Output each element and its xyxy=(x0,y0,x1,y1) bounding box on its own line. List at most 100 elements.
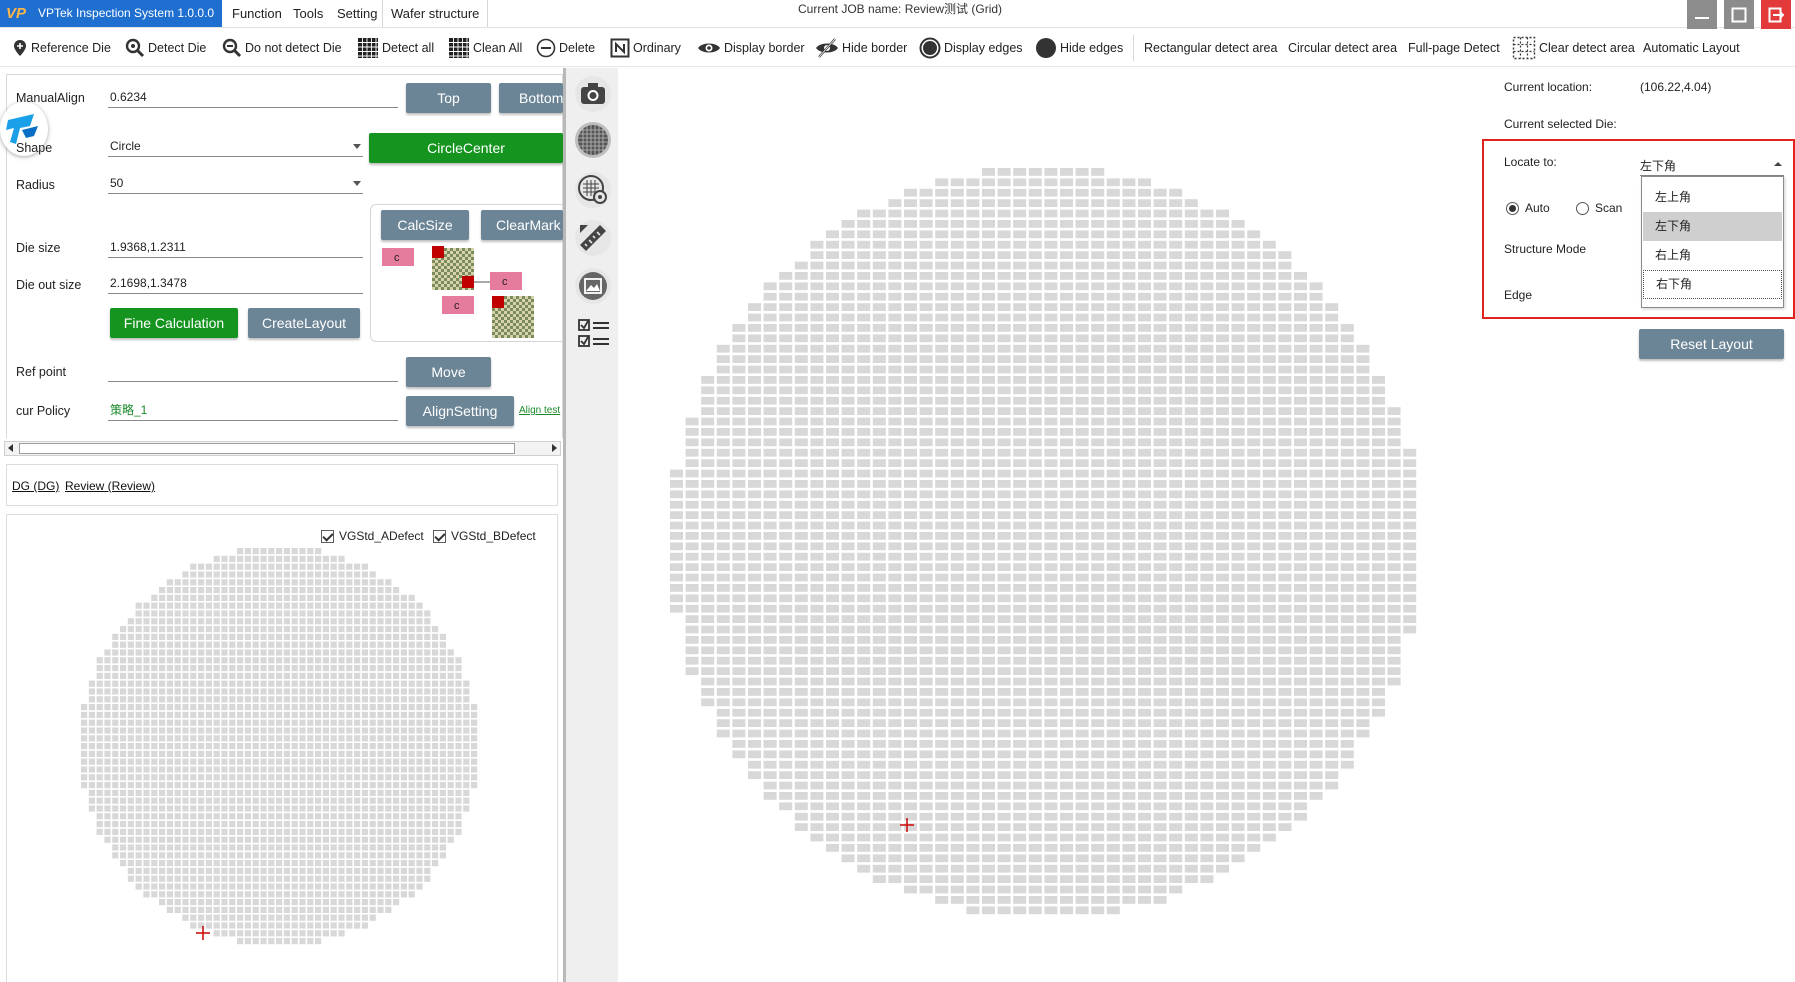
display-edges-button[interactable]: Display edges xyxy=(919,29,1023,67)
reset-layout-button[interactable]: Reset Layout xyxy=(1639,329,1784,359)
locate-to-label: Locate to: xyxy=(1504,155,1557,169)
die-grid[interactable] xyxy=(670,168,1417,915)
auto-radio-label: Auto xyxy=(1525,201,1550,215)
radius-select-value: 50 xyxy=(110,176,124,190)
wafer-target-button[interactable] xyxy=(575,172,611,208)
menu-tools[interactable]: Tools xyxy=(293,0,323,27)
manual-align-field[interactable]: 0.6234 xyxy=(108,88,398,108)
camera-button[interactable] xyxy=(575,76,611,112)
hide-border-button[interactable]: Hide border xyxy=(815,29,907,67)
locate-to-select[interactable]: 左下角 xyxy=(1640,154,1784,176)
rectangular-detect-area-label: Rectangular detect area xyxy=(1144,41,1278,55)
ruler-button[interactable] xyxy=(575,220,611,256)
marker-c-text: c xyxy=(454,300,460,312)
die-grid[interactable] xyxy=(81,548,478,945)
ruler-icon xyxy=(580,225,606,251)
toolbar: Reference Die Detect Die Do not detect D… xyxy=(0,29,1795,67)
circle-center-button[interactable]: CircleCenter xyxy=(369,133,563,163)
eye-icon xyxy=(698,43,720,53)
eye-off-icon xyxy=(816,38,838,58)
align-test-link[interactable]: Align test xyxy=(519,405,560,416)
move-button[interactable]: Move xyxy=(406,357,491,387)
clean-all-button[interactable]: Clean All xyxy=(448,29,522,67)
display-edges-label: Display edges xyxy=(944,41,1023,55)
circular-detect-area-button[interactable]: Circular detect area xyxy=(1288,29,1397,67)
app-title: VPTek Inspection System 1.0.0.0 xyxy=(38,6,215,20)
checklist-button[interactable] xyxy=(575,316,611,352)
app-logo-icon: VP xyxy=(6,5,27,22)
full-page-detect-button[interactable]: Full-page Detect xyxy=(1408,29,1500,67)
horizontal-scrollbar[interactable] xyxy=(4,441,561,456)
reference-die-button[interactable]: Reference Die xyxy=(12,29,111,67)
minimize-button[interactable] xyxy=(1687,0,1717,29)
hide-edges-button[interactable]: Hide edges xyxy=(1035,29,1123,67)
maximize-button[interactable] xyxy=(1724,0,1754,29)
tab-dg[interactable]: DG (DG) xyxy=(12,479,59,493)
dropdown-option-top-left[interactable]: 左上角 xyxy=(1643,183,1782,212)
tab-strip: DG (DG) Review (Review) xyxy=(6,464,558,506)
toolbar-separator xyxy=(1133,35,1134,61)
radius-select[interactable]: 50 xyxy=(108,174,363,194)
shape-select[interactable]: Circle xyxy=(108,137,363,157)
marker-c-text: c xyxy=(502,276,508,288)
image-frame-icon xyxy=(579,272,607,300)
n-box-icon xyxy=(610,38,630,58)
detect-die-button[interactable]: Detect Die xyxy=(125,29,206,67)
scan-radio[interactable]: Scan xyxy=(1576,201,1622,215)
shape-label: Shape xyxy=(16,141,53,155)
cur-policy-field[interactable]: 策略_1 xyxy=(108,401,398,421)
chevron-down-icon xyxy=(353,144,361,149)
delete-label: Delete xyxy=(559,41,596,55)
display-border-button[interactable]: Display border xyxy=(697,29,805,67)
create-layout-button[interactable]: CreateLayout xyxy=(248,308,360,338)
exit-icon xyxy=(1768,7,1784,23)
scroll-thumb[interactable] xyxy=(19,443,515,454)
clear-detect-area-button[interactable]: Clear detect area xyxy=(1512,29,1635,67)
magnifier-icon xyxy=(125,38,145,58)
wafer-map[interactable] xyxy=(618,68,1478,982)
scroll-left-icon[interactable] xyxy=(8,444,13,452)
mark-square xyxy=(462,276,474,288)
tab-review[interactable]: Review (Review) xyxy=(65,479,155,493)
hide-border-label: Hide border xyxy=(842,41,908,55)
menu-function[interactable]: Function xyxy=(232,0,282,27)
fine-calculation-button[interactable]: Fine Calculation xyxy=(110,308,238,338)
rectangular-detect-area-button[interactable]: Rectangular detect area xyxy=(1144,29,1277,67)
die-out-size-field[interactable]: 2.1698,1.3478 xyxy=(108,274,363,294)
dropdown-option-bottom-right[interactable]: 右下角 xyxy=(1643,270,1782,299)
clean-all-label: Clean All xyxy=(473,41,523,55)
exit-button[interactable] xyxy=(1761,0,1791,29)
ring-icon xyxy=(919,37,941,59)
auto-radio[interactable]: Auto xyxy=(1506,201,1550,215)
scroll-right-icon[interactable] xyxy=(552,444,557,452)
cur-policy-label: cur Policy xyxy=(16,404,71,418)
manual-align-label: ManualAlign xyxy=(16,91,85,105)
menu-setting[interactable]: Setting xyxy=(337,0,377,27)
wafer-grid-button[interactable] xyxy=(575,122,611,158)
reference-die-label: Reference Die xyxy=(31,41,111,55)
align-setting-button[interactable]: AlignSetting xyxy=(406,396,514,426)
mini-wafer-map[interactable] xyxy=(6,514,558,982)
detect-all-label: Detect all xyxy=(382,41,435,55)
radio-off-icon xyxy=(1576,201,1589,215)
bottom-button[interactable]: Bottom xyxy=(499,83,563,113)
ordinary-button[interactable]: Ordinary xyxy=(610,29,681,67)
do-not-detect-die-button[interactable]: Do not detect Die xyxy=(222,29,342,67)
dropdown-option-bottom-left[interactable]: 左下角 xyxy=(1643,212,1782,241)
locate-to-dropdown: 左上角 左下角 右上角 右下角 xyxy=(1641,176,1784,308)
top-button[interactable]: Top xyxy=(406,83,491,113)
title-bar: VP VPTek Inspection System 1.0.0.0 Funct… xyxy=(0,0,1795,29)
clear-mark-button[interactable]: ClearMark xyxy=(481,210,563,240)
detect-all-button[interactable]: Detect all xyxy=(357,29,434,67)
automatic-layout-button[interactable]: Automatic Layout xyxy=(1643,29,1740,67)
menu-wafer-structure[interactable]: Wafer structure xyxy=(382,0,489,27)
image-frame-button[interactable] xyxy=(575,268,611,304)
do-not-detect-die-label: Do not detect Die xyxy=(245,41,342,55)
radius-label: Radius xyxy=(16,178,55,192)
die-mark-diagram: c c c xyxy=(382,246,534,338)
ref-point-field[interactable] xyxy=(108,362,398,382)
die-size-field[interactable]: 1.9368,1.2311 xyxy=(108,238,363,258)
delete-button[interactable]: Delete xyxy=(536,29,595,67)
calc-size-button[interactable]: CalcSize xyxy=(381,210,469,240)
dropdown-option-top-right[interactable]: 右上角 xyxy=(1643,241,1782,270)
